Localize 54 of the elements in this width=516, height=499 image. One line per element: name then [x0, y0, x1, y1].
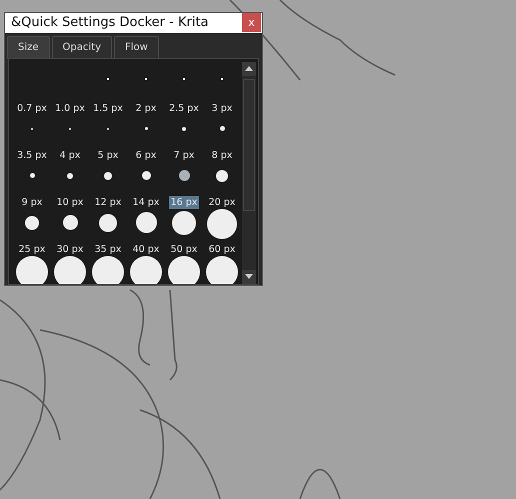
- scrollbar[interactable]: [242, 62, 256, 284]
- scroll-down-icon[interactable]: [242, 270, 256, 284]
- size-label[interactable]: 1.5 px: [91, 102, 125, 114]
- size-label[interactable]: 20 px: [206, 196, 238, 208]
- brush-dot[interactable]: [142, 171, 150, 180]
- brush-dot[interactable]: [178, 170, 190, 181]
- size-label[interactable]: 8 px: [210, 148, 234, 162]
- size-label[interactable]: 9 px: [20, 196, 44, 208]
- size-label[interactable]: 5 px: [96, 148, 120, 162]
- brush-dot[interactable]: [99, 214, 117, 232]
- size-label[interactable]: 14 px: [130, 196, 162, 208]
- brush-dot[interactable]: [136, 212, 156, 233]
- size-label[interactable]: 50 px: [168, 242, 200, 256]
- scrollbar-thumb[interactable]: [243, 78, 255, 210]
- brush-dot[interactable]: [92, 256, 124, 284]
- brush-dot[interactable]: [216, 170, 228, 182]
- size-label[interactable]: 0.7 px: [15, 102, 49, 114]
- brush-dot[interactable]: [168, 256, 200, 284]
- size-label[interactable]: 12 px: [92, 196, 124, 208]
- size-label[interactable]: 60 px: [206, 242, 238, 256]
- size-label[interactable]: 3 px: [210, 102, 234, 114]
- size-label[interactable]: 40 px: [130, 242, 162, 256]
- brush-dot[interactable]: [67, 172, 73, 178]
- size-label[interactable]: 1.0 px: [53, 102, 87, 114]
- brush-dot[interactable]: [62, 215, 78, 230]
- size-label[interactable]: 10 px: [54, 196, 86, 208]
- tab[interactable]: Size: [7, 36, 50, 58]
- brush-dot[interactable]: [182, 126, 186, 130]
- brush-dot[interactable]: [172, 210, 196, 234]
- size-label[interactable]: 35 px: [92, 242, 124, 256]
- brush-dot[interactable]: [30, 173, 34, 178]
- size-label[interactable]: 30 px: [54, 242, 86, 256]
- brush-dot[interactable]: [25, 216, 39, 230]
- brush-dot[interactable]: [220, 126, 224, 131]
- scroll-up-icon[interactable]: [242, 62, 256, 76]
- size-label[interactable]: 2 px: [134, 102, 158, 114]
- size-label[interactable]: 16 px: [168, 196, 200, 208]
- size-label[interactable]: 25 px: [16, 242, 48, 256]
- size-label[interactable]: 6 px: [134, 148, 158, 162]
- brush-dot[interactable]: [54, 256, 86, 284]
- brush-dot[interactable]: [104, 172, 112, 180]
- brush-dot[interactable]: [16, 256, 48, 284]
- tab[interactable]: Opacity: [52, 36, 112, 58]
- size-label[interactable]: 7 px: [172, 148, 196, 162]
- brush-dot[interactable]: [206, 256, 238, 284]
- brush-dot[interactable]: [144, 127, 148, 130]
- size-label[interactable]: 3.5 px: [15, 148, 49, 162]
- tab[interactable]: Flow: [114, 36, 159, 58]
- window-title: &Quick Settings Docker - Krita: [11, 14, 209, 32]
- close-button[interactable]: x: [242, 13, 261, 32]
- brush-dot[interactable]: [207, 208, 237, 238]
- brush-dot[interactable]: [130, 256, 162, 284]
- size-label[interactable]: 2.5 px: [167, 102, 201, 114]
- size-label[interactable]: 4 px: [58, 148, 82, 162]
